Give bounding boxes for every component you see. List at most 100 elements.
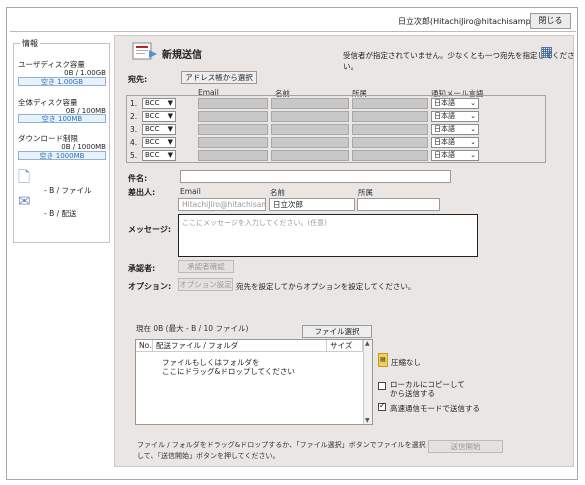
file-drop-area[interactable]: No. 配送ファイル / フォルダ サイズ ファイルもしくはフォルダを ここにド… — [135, 339, 373, 425]
sender-affiliation-label: 所属 — [358, 188, 373, 197]
file-icon: 🗋 — [18, 168, 31, 186]
recipient-type-value: BCC — [145, 151, 160, 159]
sender-email-label: Email — [180, 187, 201, 196]
recipient-type-value: BCC — [145, 112, 160, 120]
user-disk-meter: 空き 1.00GB — [18, 77, 106, 86]
address-card-icon: ▦ — [540, 44, 554, 60]
recipient-type-value: BCC — [145, 138, 160, 146]
sender-email-input: HitachiJiro@hitachisample.c — [178, 198, 266, 211]
file-col-no: No. — [136, 340, 153, 352]
recipient-name-input[interactable] — [271, 98, 349, 109]
notify-language-select[interactable]: 日本語 ⌄ — [431, 124, 479, 135]
compression-icon[interactable]: ▤ — [378, 353, 388, 367]
download-limit-meter: 空き 1000MB — [18, 151, 106, 160]
recipient-affiliation-input[interactable] — [352, 124, 428, 135]
scroll-down-icon[interactable]: ▼ — [365, 417, 370, 424]
approver-check-button[interactable]: 承認者確認 — [178, 260, 234, 273]
recipient-affiliation-input[interactable] — [352, 98, 428, 109]
address-book-button[interactable]: アドレス帳から選択 — [181, 71, 257, 84]
recipient-email-input[interactable] — [198, 150, 268, 161]
recipient-type-select[interactable]: BCC ▼ — [142, 111, 176, 122]
info-legend: 情報 — [20, 38, 40, 49]
download-limit-value: 0B / 1000MB — [61, 143, 106, 151]
notify-language-select[interactable]: 日本語 ⌄ — [431, 111, 479, 122]
dropdown-arrow-icon: ▼ — [167, 112, 173, 120]
file-col-name: 配送ファイル / フォルダ — [153, 340, 327, 352]
sender-name-label: 名前 — [270, 188, 285, 197]
notify-language-value: 日本語 — [434, 112, 455, 120]
header-divider — [10, 31, 576, 32]
chevron-down-icon: ⌄ — [470, 151, 476, 159]
delivery-mail-icon: ✉ — [18, 192, 31, 210]
size-status: 現在 0B (最大 - B / 10 ファイル) — [136, 324, 249, 333]
send-start-button[interactable]: 送信開始 — [428, 440, 503, 453]
notify-language-select[interactable]: 日本語 ⌄ — [431, 98, 479, 109]
user-disk-value: 0B / 1.00GB — [64, 69, 106, 77]
row-number: 3. — [130, 125, 138, 134]
file-list-scrollbar[interactable]: ▲ ▼ — [363, 340, 372, 424]
close-button[interactable]: 閉じる — [530, 13, 571, 29]
fast-mode-label: 高速通信モードで送信する — [390, 404, 480, 413]
recipient-affiliation-input[interactable] — [352, 137, 428, 148]
recipient-type-value: BCC — [145, 125, 160, 133]
file-select-button[interactable]: ファイル選択 — [302, 325, 372, 338]
recipient-type-value: BCC — [145, 99, 160, 107]
row-number: 4. — [130, 138, 138, 147]
recipient-type-select[interactable]: BCC ▼ — [142, 98, 176, 109]
row-number: 1. — [130, 99, 138, 108]
recipient-name-input[interactable] — [271, 111, 349, 122]
option-settings-button[interactable]: オプション設定 — [178, 278, 233, 291]
subject-label: 件名: — [128, 174, 148, 183]
notify-language-select[interactable]: 日本語 ⌄ — [431, 137, 479, 148]
chevron-down-icon: ⌄ — [470, 112, 476, 120]
recipient-name-input[interactable] — [271, 150, 349, 161]
file-col-size: サイズ — [327, 340, 363, 352]
recipient-email-input[interactable] — [198, 111, 268, 122]
recipient-type-select[interactable]: BCC ▼ — [142, 150, 176, 161]
recipient-type-select[interactable]: BCC ▼ — [142, 137, 176, 148]
row-number: 5. — [130, 151, 138, 160]
all-disk-meter: 空き 100MB — [18, 114, 106, 123]
notify-language-value: 日本語 — [434, 138, 455, 146]
compression-label: 圧縮なし — [391, 358, 421, 367]
recipient-affiliation-input[interactable] — [352, 150, 428, 161]
local-copy-label: ローカルにコピーしてから送信する — [390, 380, 465, 398]
recipient-name-input[interactable] — [271, 124, 349, 135]
option-note: 宛先を設定してからオプションを設定してください。 — [236, 282, 416, 291]
chevron-down-icon: ⌄ — [470, 99, 476, 107]
recipient-email-input[interactable] — [198, 98, 268, 109]
instruction-note: ファイル / フォルダをドラッグ&ドロップするか、「ファイル選択」ボタンでファイ… — [137, 441, 426, 460]
dropdown-arrow-icon: ▼ — [167, 151, 173, 159]
notify-language-select[interactable]: 日本語 ⌄ — [431, 150, 479, 161]
per-file-limit: - B / ファイル — [44, 186, 92, 195]
message-textarea[interactable]: ここにメッセージを入力してください。(任意) — [178, 214, 478, 257]
notify-language-value: 日本語 — [434, 99, 455, 107]
recipient-affiliation-input[interactable] — [352, 111, 428, 122]
local-copy-checkbox[interactable] — [378, 382, 386, 390]
destination-label: 宛先: — [128, 75, 148, 84]
fast-mode-checkbox[interactable] — [378, 401, 386, 411]
scroll-up-icon[interactable]: ▲ — [365, 340, 370, 347]
chevron-down-icon: ⌄ — [470, 125, 476, 133]
recipient-email-input[interactable] — [198, 137, 268, 148]
per-delivery-limit: - B / 配送 — [44, 209, 77, 218]
drop-hint: ファイルもしくはフォルダを ここにドラッグ&ドロップしてください — [162, 358, 295, 376]
row-number: 2. — [130, 112, 138, 121]
sender-label: 差出人: — [128, 188, 156, 197]
sender-affiliation-input[interactable] — [357, 198, 440, 211]
dropdown-arrow-icon: ▼ — [167, 99, 173, 107]
notify-language-value: 日本語 — [434, 151, 455, 159]
drop-hint-line1: ファイルもしくはフォルダを — [162, 358, 260, 367]
approver-label: 承認者: — [128, 264, 156, 273]
message-label: メッセージ: — [128, 225, 172, 234]
recipient-name-input[interactable] — [271, 137, 349, 148]
option-label: オプション: — [128, 282, 172, 291]
sender-name-input[interactable]: 日立次郎 — [269, 198, 355, 211]
new-send-icon — [132, 42, 157, 60]
page-title: 新規送信 — [162, 50, 202, 61]
chevron-down-icon: ⌄ — [470, 138, 476, 146]
recipient-email-input[interactable] — [198, 124, 268, 135]
dropdown-arrow-icon: ▼ — [167, 138, 173, 146]
recipient-type-select[interactable]: BCC ▼ — [142, 124, 176, 135]
subject-input[interactable] — [180, 170, 451, 183]
